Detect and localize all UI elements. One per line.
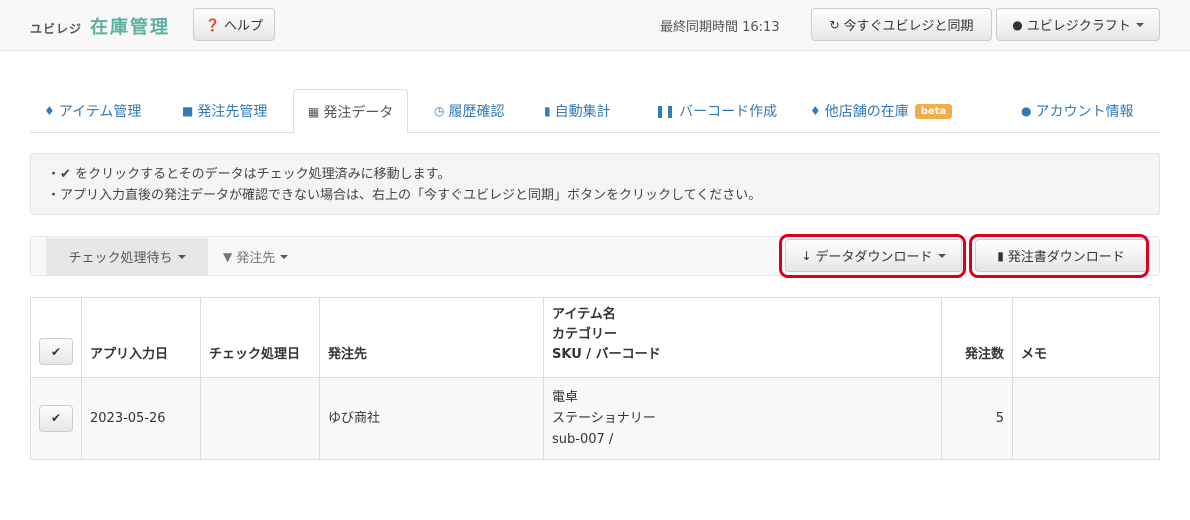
header-item[interactable]: アイテム名 カテゴリー SKU / バーコード [543,297,942,378]
caret-down-icon [1135,22,1144,27]
cell-item: 電卓 ステーショナリー sub-007 / [543,377,942,460]
tab-account-info[interactable]: ● アカウント情報 [1021,89,1133,133]
cell-supplier: ゆび商社 [319,377,544,460]
barcode-icon: ❚❚ [655,104,676,118]
help-button-label: ヘルプ [223,19,263,34]
account-dropdown-button[interactable]: ● ユビレジクラフト [996,8,1160,41]
beta-badge: beta [914,103,953,119]
item-name: 電卓 [552,390,579,405]
header-memo[interactable]: メモ [1012,297,1160,378]
tab-other-store-stock[interactable]: ♦ 他店舗の在庫 beta [810,89,953,133]
item-category: ステーショナリー [552,411,656,426]
tag-icon: ♦ [44,104,55,118]
table-header-row: ✔ アプリ入力日 チェック処理日 発注先 アイテム名 カテゴリー SKU / バ… [30,297,1160,378]
tab-auto-aggregate[interactable]: ▮ 自動集計 [544,89,611,133]
brand-title: 在庫管理 [90,17,171,38]
sync-now-button[interactable]: ↻ 今すぐユビレジと同期 [811,8,992,41]
tab-label: 履歴確認 [448,104,505,120]
clock-icon: ◷ [434,104,445,118]
help-button[interactable]: ❓ ヘルプ [193,8,275,41]
user-icon: ● [1021,104,1032,118]
sync-now-label: 今すぐユビレジと同期 [843,19,974,34]
tab-item-management[interactable]: ♦ アイテム管理 [44,89,141,133]
tab-label: アイテム管理 [58,104,142,120]
item-sku: sub-007 / [552,432,614,447]
tags-icon: ♦ [810,104,821,118]
brand-logo[interactable]: ユビレジ 在庫管理 [30,13,171,38]
highlight-box-data-download [779,234,966,278]
user-icon: ● [1012,17,1023,32]
order-data-table: ✔ アプリ入力日 チェック処理日 発注先 アイテム名 カテゴリー SKU / バ… [30,297,1160,460]
row-check-cell: ✔ [30,377,82,460]
cell-check-date [200,377,320,460]
tab-label: 発注データ [323,104,394,121]
header-quantity[interactable]: 発注数 [941,297,1013,378]
supplier-filter-dropdown[interactable]: ▼ 発注先 [223,238,289,275]
info-well: ・✔ をクリックするとそのデータはチェック処理済みに移動します。 ・アプリ入力直… [30,153,1160,215]
check-all-button[interactable]: ✔ [39,338,73,365]
brand-small-text: ユビレジ [30,22,83,36]
status-filter-label: チェック処理待ち [68,251,173,266]
tab-label: 自動集計 [554,104,611,120]
select-all-header: ✔ [30,297,82,378]
file-icon: ▮ [544,104,551,118]
header-supplier[interactable]: 発注先 [319,297,544,378]
caret-down-icon [280,254,289,259]
top-navbar: ユビレジ 在庫管理 ❓ ヘルプ 最終同期時間 16:13 ↻ 今すぐユビレジと同… [0,0,1190,51]
info-line-1: ・✔ をクリックするとそのデータはチェック処理済みに移動します。 [47,167,451,182]
info-circle-icon: ❓ [205,17,220,32]
supplier-filter-label: 発注先 [236,251,276,266]
cell-input-date: 2023-05-26 [81,377,201,460]
tab-supplier-management[interactable]: ■ 発注先管理 [182,89,267,133]
refresh-icon: ↻ [829,17,840,32]
info-line-2: ・アプリ入力直後の発注データが確認できない場合は、右上の「今すぐユビレジと同期」… [47,188,762,203]
highlight-box-order-download [969,234,1149,278]
tab-order-data[interactable]: ▦ 発注データ [293,89,409,134]
status-filter-dropdown[interactable]: チェック処理待ち [46,238,208,275]
cell-memo [1012,377,1160,460]
cell-quantity: 5 [941,377,1013,460]
check-icon: ✔ [60,167,71,182]
tab-barcode[interactable]: ❚❚ バーコード作成 [655,89,777,133]
last-sync-time: 最終同期時間 16:13 [660,20,780,35]
book-icon: ■ [182,104,194,118]
cart-icon: ▦ [308,104,320,119]
row-check-button[interactable]: ✔ [39,405,73,432]
tab-label: アカウント情報 [1035,104,1134,120]
account-label: ユビレジクラフト [1026,19,1131,34]
header-check-date[interactable]: チェック処理日 [200,297,320,378]
tab-label: 発注先管理 [197,104,268,120]
header-input-date[interactable]: アプリ入力日 [81,297,201,378]
main-tabs: ♦ アイテム管理 ■ 発注先管理 ▦ 発注データ ◷ 履歴確認 ▮ 自動集計 ❚… [30,89,1160,134]
tab-label: バーコード作成 [679,104,778,120]
filter-icon: ▼ [223,249,233,264]
caret-down-icon [177,254,186,259]
tab-history[interactable]: ◷ 履歴確認 [434,89,504,133]
tab-label: 他店舗の在庫 [824,104,909,120]
table-row: ✔ 2023-05-26 ゆび商社 電卓 ステーショナリー sub-007 / … [30,377,1160,460]
